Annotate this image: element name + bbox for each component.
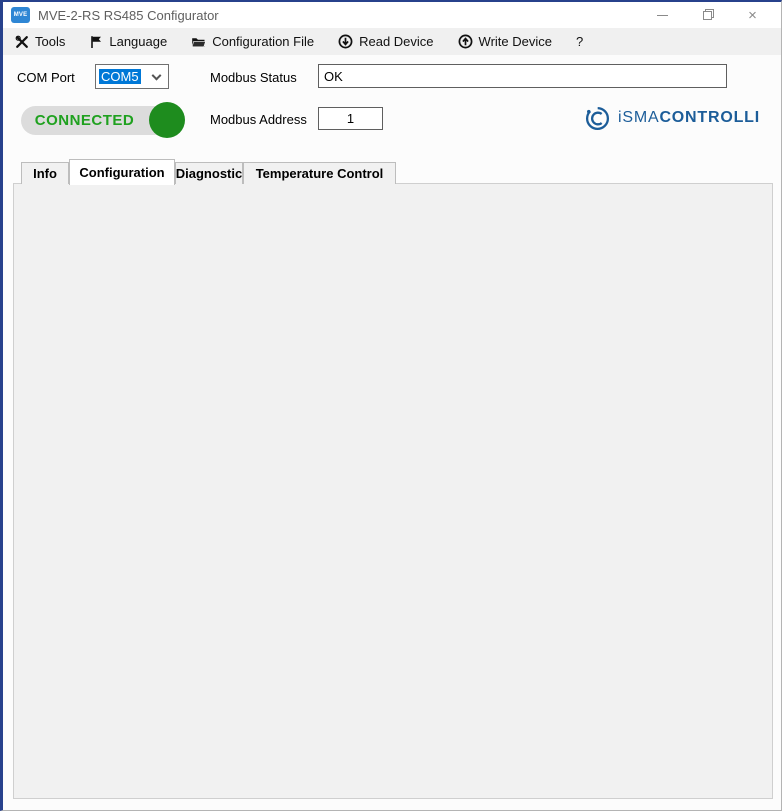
chevron-down-icon <box>152 70 162 80</box>
menu-read-device[interactable]: Read Device <box>338 34 433 49</box>
brand-light: iSMA <box>618 109 659 126</box>
close-icon: × <box>748 8 757 23</box>
title-bar: MVE MVE-2-RS RS485 Configurator × <box>3 2 781 28</box>
menu-language[interactable]: Language <box>89 34 167 49</box>
com-port-select[interactable]: COM5 <box>95 64 169 89</box>
tab-info[interactable]: Info <box>21 162 69 184</box>
menu-language-label: Language <box>109 34 167 49</box>
menu-configuration-file[interactable]: Configuration File <box>191 34 314 49</box>
menu-bar: Tools Language Configuration File Read D… <box>3 28 781 55</box>
restore-button[interactable] <box>685 2 730 28</box>
tab-temperature-control[interactable]: Temperature Control <box>243 162 396 184</box>
close-button[interactable]: × <box>730 2 775 28</box>
brand-bold: CONTROLLI <box>659 109 760 126</box>
menu-configuration-file-label: Configuration File <box>212 34 314 49</box>
isma-logo-icon <box>584 105 611 132</box>
connection-status-dot <box>149 102 185 138</box>
menu-read-device-label: Read Device <box>359 34 433 49</box>
modbus-status-field[interactable]: OK <box>318 64 727 88</box>
tools-icon <box>15 35 29 49</box>
circle-up-arrow-icon <box>458 34 473 49</box>
menu-help[interactable]: ? <box>576 34 583 49</box>
menu-write-device-label: Write Device <box>479 34 552 49</box>
menu-tools[interactable]: Tools <box>15 34 65 49</box>
circle-down-arrow-icon <box>338 34 353 49</box>
menu-tools-label: Tools <box>35 34 65 49</box>
modbus-status-label: Modbus Status <box>210 70 297 85</box>
configuration-tab-panel <box>13 183 773 799</box>
restore-icon <box>703 11 712 20</box>
window-title: MVE-2-RS RS485 Configurator <box>38 8 219 23</box>
menu-write-device[interactable]: Write Device <box>458 34 552 49</box>
app-window: MVE MVE-2-RS RS485 Configurator × Tools … <box>0 0 782 811</box>
flag-icon <box>89 35 103 49</box>
tab-diagnostic[interactable]: Diagnostic <box>175 162 243 184</box>
minimize-button[interactable] <box>640 2 685 28</box>
minimize-icon <box>657 15 668 16</box>
app-icon: MVE <box>11 7 30 23</box>
modbus-address-field[interactable]: 1 <box>318 107 383 130</box>
modbus-address-label: Modbus Address <box>210 112 307 127</box>
folder-icon <box>191 35 206 49</box>
isma-controlli-logo: iSMACONTROLLI <box>584 104 760 132</box>
com-port-label: COM Port <box>17 70 75 85</box>
menu-help-label: ? <box>576 34 583 49</box>
com-port-value: COM5 <box>99 69 141 84</box>
tab-configuration[interactable]: Configuration <box>69 159 175 185</box>
